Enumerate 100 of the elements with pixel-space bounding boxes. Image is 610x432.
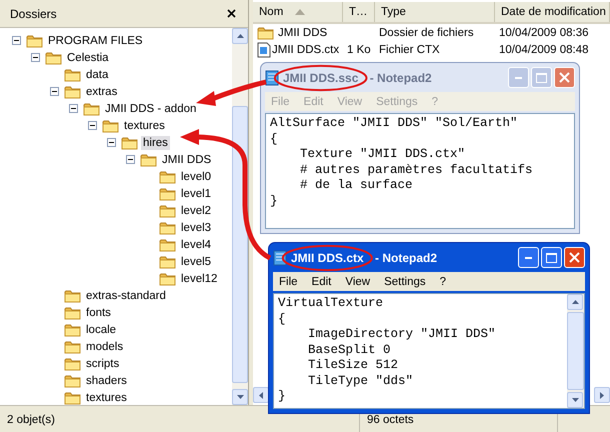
- window-title: - Notepad2: [374, 250, 438, 264]
- folder-icon: [159, 204, 176, 218]
- code-line: {: [278, 312, 287, 327]
- folder-item[interactable]: level5: [179, 254, 214, 268]
- folder-item[interactable]: fonts: [84, 306, 113, 320]
- code-line: AltSurface "JMII DDS" "Sol/Earth": [270, 116, 519, 132]
- folder-icon: [159, 272, 176, 286]
- close-button[interactable]: [564, 247, 585, 268]
- folder-icon: [83, 102, 100, 116]
- folder-item[interactable]: JMII DDS - addon: [103, 102, 198, 116]
- close-icon[interactable]: [227, 9, 236, 18]
- text-editor[interactable]: VirtualTexture { ImageDirectory "JMII DDS" BaseSplit 0 TileSize 512 TileType "dds" }: [273, 293, 585, 409]
- up-arrow-icon[interactable]: [236, 34, 244, 38]
- folder-item[interactable]: extras-standard: [84, 288, 168, 302]
- maximize-icon: [546, 252, 557, 262]
- folder-icon: [159, 254, 176, 268]
- code-line: }: [270, 194, 279, 209]
- collapse-icon[interactable]: [12, 36, 21, 45]
- folder-icon: [140, 152, 157, 166]
- folder-icon: [64, 68, 81, 82]
- text-editor[interactable]: AltSurface "JMII DDS" "Sol/Earth" { Texture "JMII DDS.ctx" # autres paramètres facultatifs # de la surface }: [265, 113, 575, 229]
- menu-item[interactable]: Edit: [312, 276, 332, 288]
- folder-item[interactable]: extras: [84, 84, 120, 98]
- column-header[interactable]: T…: [343, 2, 375, 22]
- collapse-icon[interactable]: [107, 138, 116, 147]
- column-header[interactable]: Type: [375, 2, 495, 22]
- menu-item[interactable]: ?: [440, 276, 446, 288]
- up-arrow-icon[interactable]: [572, 300, 578, 304]
- collapse-icon[interactable]: [88, 121, 97, 130]
- folder-item[interactable]: textures: [84, 390, 129, 404]
- folder-item[interactable]: models: [84, 340, 126, 354]
- maximize-button[interactable]: [541, 247, 562, 268]
- collapse-icon[interactable]: [69, 104, 78, 113]
- left-arrow-icon[interactable]: [259, 392, 263, 398]
- folder-item[interactable]: level0: [179, 170, 214, 184]
- folder-item[interactable]: shaders: [84, 374, 129, 388]
- file-name[interactable]: JMII DDS: [278, 26, 328, 38]
- folder-item[interactable]: data: [84, 68, 110, 82]
- folder-icon: [64, 84, 81, 98]
- folder-item[interactable]: PROGRAM FILES: [46, 34, 145, 48]
- minimize-icon: [525, 256, 532, 258]
- folder-icon: [159, 186, 176, 200]
- pane-title: Dossiers: [10, 6, 57, 20]
- sort-icon: [295, 9, 306, 15]
- down-arrow-icon[interactable]: [572, 398, 578, 402]
- folder-item[interactable]: Celestia: [65, 50, 111, 64]
- minimize-icon: [515, 76, 522, 78]
- folder-icon: [102, 118, 119, 132]
- folder-item[interactable]: locale: [84, 322, 118, 336]
- folder-item[interactable]: textures: [122, 118, 167, 132]
- folder-icon: [64, 340, 81, 354]
- collapse-icon[interactable]: [126, 155, 135, 164]
- code-line: VirtualTexture: [278, 296, 384, 312]
- window-title: - Notepad2: [368, 70, 432, 84]
- collapse-icon[interactable]: [50, 87, 59, 96]
- code-line: # de la surface: [299, 178, 414, 194]
- table-cell: Dossier de fichiers: [379, 26, 474, 38]
- scrollbar[interactable]: [567, 294, 584, 408]
- code-line: {: [270, 132, 279, 147]
- folder-item[interactable]: JMII DDS: [160, 152, 214, 166]
- folder-item[interactable]: level2: [179, 204, 214, 218]
- close-icon: [569, 252, 580, 263]
- folder-item[interactable]: level4: [179, 238, 214, 252]
- folder-icon: [121, 136, 138, 150]
- code-line: BaseSplit 0: [307, 342, 392, 358]
- folder-icon: [159, 170, 176, 184]
- folder-item[interactable]: hires: [141, 136, 170, 150]
- folder-icon: [26, 34, 43, 48]
- file-name[interactable]: JMII DDS.ctx: [272, 44, 340, 56]
- menu-item[interactable]: View: [345, 276, 370, 288]
- folder-item[interactable]: level1: [179, 186, 214, 200]
- maximize-icon: [536, 72, 547, 82]
- column-header[interactable]: Date de modification: [495, 2, 610, 22]
- right-arrow-icon[interactable]: [600, 392, 604, 398]
- table-cell: 1 Ko: [347, 44, 371, 56]
- menu-item[interactable]: Settings: [384, 276, 426, 288]
- code-line: Texture "JMII DDS.ctx": [299, 147, 466, 162]
- folder-icon: [64, 306, 81, 320]
- column-header[interactable]: Nom: [253, 2, 343, 22]
- folder-icon: [64, 374, 81, 388]
- arrow: [196, 80, 267, 106]
- code-line: TileSize 512: [307, 358, 400, 374]
- folder-item[interactable]: level12: [179, 272, 220, 286]
- minimize-button[interactable]: [518, 247, 539, 268]
- menu-item[interactable]: File: [279, 276, 298, 288]
- close-button[interactable]: [554, 67, 575, 88]
- code-line: }: [278, 389, 287, 404]
- collapse-icon[interactable]: [31, 53, 40, 62]
- folder-icon: [64, 390, 81, 404]
- folder-icon: [257, 26, 274, 40]
- window-title: JMII DDS.ctx: [291, 250, 364, 264]
- down-arrow-icon[interactable]: [236, 395, 244, 399]
- folder-item[interactable]: level3: [179, 220, 214, 234]
- folder-icon: [45, 50, 62, 64]
- folder-icon: [64, 288, 81, 302]
- folder-item[interactable]: scripts: [84, 356, 122, 370]
- scrollbar[interactable]: [232, 28, 248, 405]
- folder-icon: [159, 238, 176, 252]
- status-text: 96 octets: [367, 414, 414, 426]
- table-cell: Fichier CTX: [379, 44, 440, 56]
